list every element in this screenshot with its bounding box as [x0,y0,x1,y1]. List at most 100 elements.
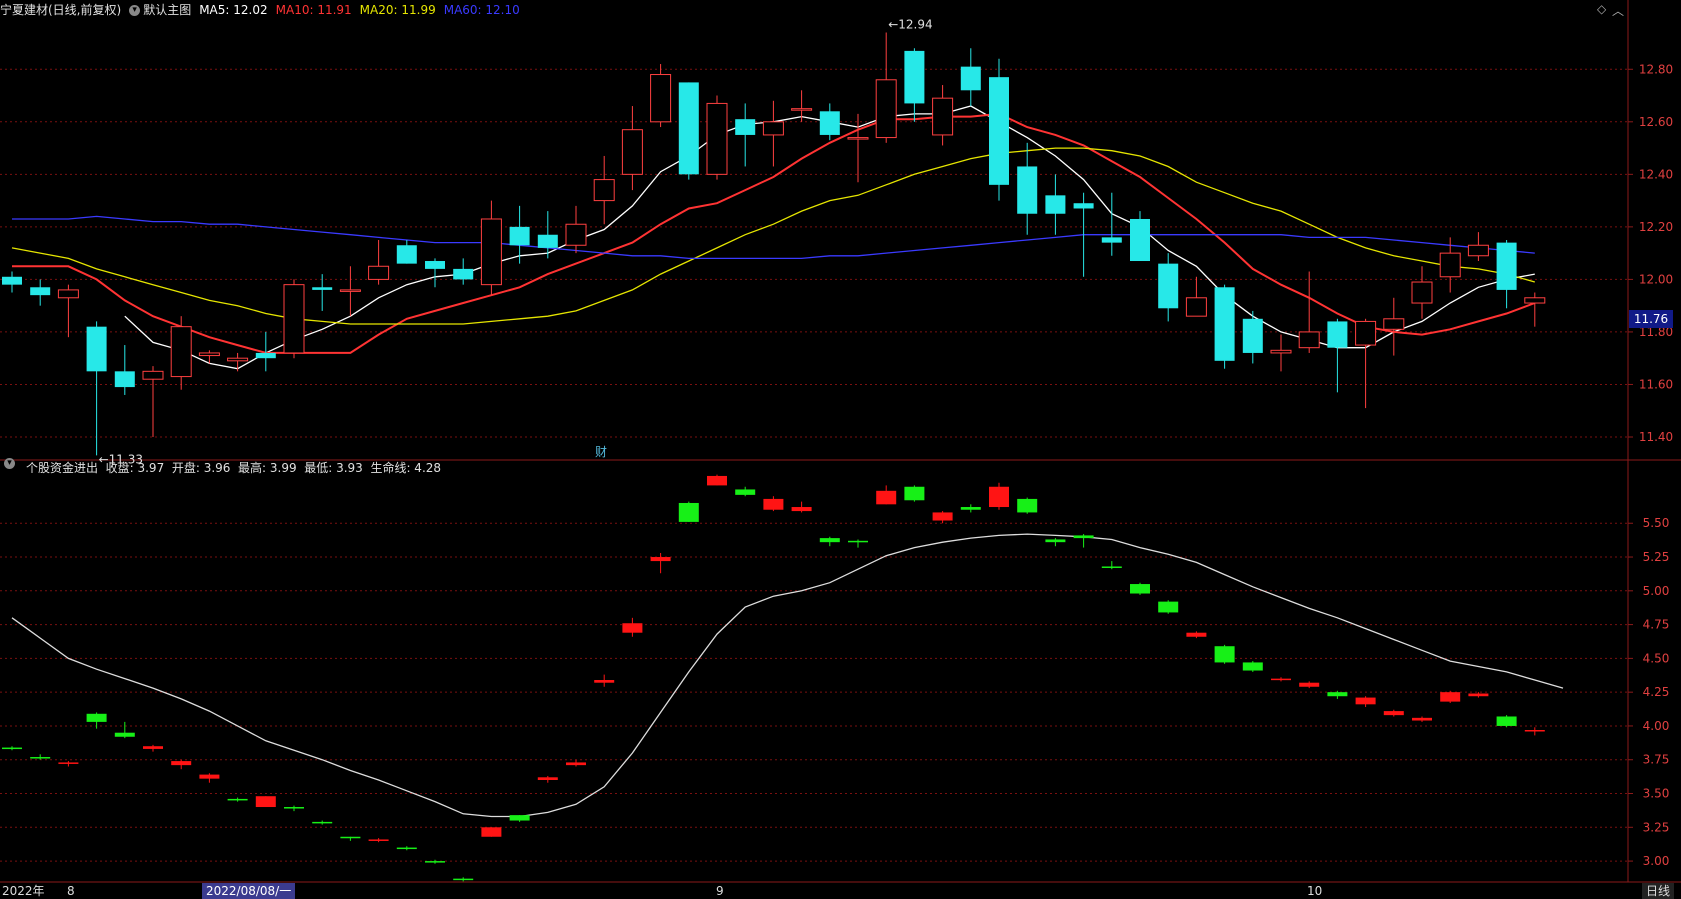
x-axis-selected-date[interactable]: 2022/08/08/一 [202,883,296,899]
candle-body [453,268,474,280]
main-mode[interactable]: ▾ 默认主图 [129,0,191,20]
candle-body [255,796,276,808]
candle-body [1242,318,1263,353]
candle-body [1468,693,1489,697]
candle-body [819,111,840,135]
candle-body [30,287,51,296]
ma-legend-item: MA10: 11.91 [275,3,352,17]
candle-body [1242,662,1263,671]
candle-body [283,284,305,354]
candle-body [622,623,643,633]
candle-body [1130,584,1150,594]
candle-body [312,287,333,290]
candle-body [509,226,530,246]
period-tab[interactable]: 日线 [1642,883,1675,899]
x-axis-month-10: 10 [1307,884,1323,898]
candle-body [453,878,474,881]
series-line-生命线 [11,533,1564,818]
candle-body [1158,263,1179,309]
candle-body [30,757,51,759]
price-chart[interactable]: 11.4011.6011.8012.0012.2012.4012.6012.80… [0,0,1681,899]
finance-marker[interactable]: 财 [595,443,607,460]
candle-body [227,798,248,801]
y-tick-label: 3.25 [1643,820,1670,834]
candle-body [848,540,868,543]
candle-body [1101,237,1122,243]
candle-body [819,538,840,543]
candle-body [1270,349,1292,354]
candle-body [707,475,727,486]
candle-body [875,79,897,139]
candle-body [1524,730,1545,732]
candle-body [932,97,954,136]
candle-body [706,102,728,175]
candle-body [2,276,22,285]
candle-body [312,821,333,824]
candle-body [1467,244,1489,257]
candle-body [170,326,192,378]
chevron-down-icon[interactable]: ▾ [129,5,141,16]
stock-title[interactable]: 宁夏建材(日线,前复权) [0,0,121,20]
candle-body [114,371,135,388]
candle-body [904,50,925,104]
candle-body [86,713,107,722]
candle-body [678,82,699,175]
candle-body [565,223,587,246]
candle-body [1186,632,1207,637]
ma-legend-item: MA20: 11.99 [359,3,436,17]
candle-body [621,129,643,175]
chevron-up-icon[interactable]: ︿ [1612,2,1624,19]
price-annotation: ←12.94 [888,18,932,32]
candle-body [1271,678,1291,681]
candle-body [1439,252,1461,278]
candle-body [847,137,869,140]
indicator-title: 个股资金进出 收盘: 3.97 开盘: 3.96 最高: 3.99 最低: 3.… [26,461,442,475]
diamond-icon[interactable]: ◇ [1597,2,1606,16]
candle-body [1158,601,1179,613]
candle-body [1045,539,1066,543]
y-tick-label: 4.25 [1643,685,1670,699]
candle-body [1073,203,1094,209]
ma-legend: MA5: 12.02 MA10: 11.91 MA20: 11.99 MA60: 12… [199,0,520,20]
candle-body [368,265,390,280]
candle-body [1355,697,1376,705]
candle-body [1355,320,1377,346]
candle-body [537,777,558,780]
candle-body [143,746,163,749]
candle-body [566,762,586,766]
y-tick-label: 5.00 [1643,584,1670,598]
main-mode-label: 默认主图 [143,3,192,17]
y-tick-label: 4.00 [1643,719,1670,733]
candle-body [735,119,756,135]
y-tick-label: 11.60 [1639,377,1673,391]
main-chart-header: 宁夏建材(日线,前复权) ▾ 默认主图 MA5: 12.02 MA10: 11.91… [0,0,520,20]
candle-body [932,512,953,521]
candle-body [1214,646,1235,663]
candle-body [1496,242,1517,290]
candle-body [1383,711,1404,716]
chevron-down-icon[interactable]: ▾ [4,458,15,469]
candle-body [396,847,417,850]
y-tick-label: 5.50 [1643,516,1670,530]
candle-body [876,490,897,505]
candle-body [791,108,813,111]
candle-body [339,289,361,292]
candle-body [1496,716,1517,726]
candle-body [989,77,1009,185]
candle-body [594,680,615,683]
candle-body [425,261,445,269]
current-price-marker: 11.76 [1629,310,1673,328]
candle-body [904,486,925,501]
candle-body [340,836,361,839]
y-tick-label: 12.20 [1639,220,1673,234]
candle-body [1298,331,1320,349]
candle-body [1411,281,1433,304]
candle-body [480,218,502,286]
candle-body [1412,717,1432,721]
candle-body [1383,318,1405,330]
candle-body [481,827,502,837]
y-tick-label: 3.75 [1643,753,1670,767]
candle-body [396,245,417,264]
y-tick-label: 5.25 [1643,550,1670,564]
candle-body [1017,166,1038,214]
